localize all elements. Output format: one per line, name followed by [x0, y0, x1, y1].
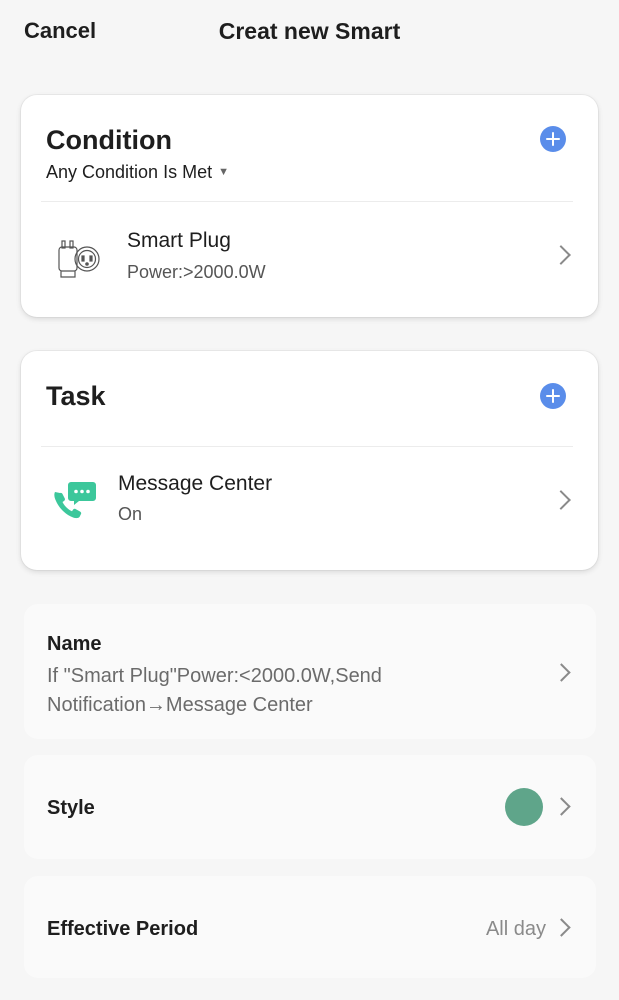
style-setting[interactable]: Style — [24, 755, 596, 859]
condition-item-name: Smart Plug — [127, 229, 231, 252]
condition-title: Condition — [46, 125, 172, 155]
condition-mode-dropdown[interactable]: Any Condition Is Met ▼ — [46, 162, 229, 183]
add-task-button[interactable] — [540, 383, 566, 409]
effective-period-label: Effective Period — [47, 918, 199, 940]
condition-card: Condition Any Condition Is Met ▼ Smart P… — [21, 95, 598, 317]
name-setting[interactable]: Name If "Smart Plug"Power:<2000.0W,Send … — [24, 604, 596, 739]
condition-item-smart-plug[interactable]: Smart Plug Power:>2000.0W — [21, 202, 598, 317]
chevron-right-icon — [552, 663, 571, 682]
task-title: Task — [46, 381, 106, 411]
name-value: If "Smart Plug"Power:<2000.0W,Send Notif… — [47, 665, 382, 716]
chevron-right-icon — [551, 245, 571, 265]
style-label: Style — [47, 797, 95, 819]
chevron-right-icon — [552, 797, 571, 816]
condition-item-detail: Power:>2000.0W — [127, 262, 266, 282]
message-phone-icon — [51, 480, 99, 524]
condition-mode-label: Any Condition Is Met — [46, 162, 213, 182]
task-card: Task Message Center On — [21, 351, 598, 570]
chevron-right-icon — [551, 490, 571, 510]
task-item-name: Message Center — [118, 472, 273, 495]
effective-period-value: All day — [485, 918, 546, 940]
style-color-swatch — [505, 788, 543, 826]
effective-period-setting[interactable]: Effective Period All day — [24, 876, 596, 978]
header: Cancel Creat new Smart — [0, 0, 619, 64]
task-item-message-center[interactable]: Message Center On — [21, 447, 598, 570]
chevron-down-icon: ▼ — [218, 166, 229, 178]
name-label: Name — [47, 633, 102, 655]
add-condition-button[interactable] — [540, 126, 566, 152]
page-title: Creat new Smart — [218, 18, 401, 44]
smart-plug-icon — [53, 231, 105, 283]
chevron-right-icon — [552, 918, 571, 937]
task-item-detail: On — [118, 504, 143, 524]
